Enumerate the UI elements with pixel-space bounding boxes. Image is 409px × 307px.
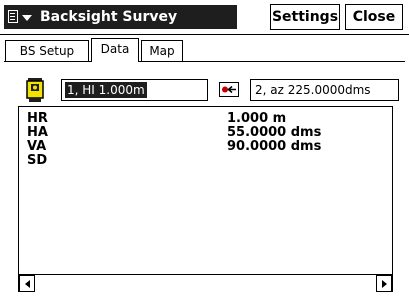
document-icon [8, 10, 18, 23]
backsight-value: 2, az 225.0000dms [255, 83, 371, 97]
row-value-hr: 1.000 m [227, 111, 287, 126]
observation-data-list[interactable]: HR 1.000 m HA 55.0000 dms VA 90.0000 dms… [18, 106, 393, 292]
tab-divider [4, 61, 405, 62]
window-title: Backsight Survey [40, 9, 178, 25]
tab-bs-setup[interactable]: BS Setup [5, 40, 89, 61]
station-value: 1, HI 1.000m [65, 82, 147, 98]
chevron-down-icon [22, 15, 32, 21]
backsight-field[interactable]: 2, az 225.0000dms [250, 79, 399, 101]
row-label-ha: HA [27, 125, 48, 140]
row-value-ha: 55.0000 dms [227, 125, 322, 140]
row-label-va: VA [27, 139, 47, 154]
backsight-target-icon[interactable] [219, 82, 239, 97]
horizontal-scrollbar[interactable] [19, 274, 392, 292]
scroll-left-button[interactable] [19, 275, 35, 292]
tab-map[interactable]: Map [141, 40, 183, 61]
title-bar: Backsight Survey Settings Close [0, 0, 409, 35]
total-station-icon[interactable] [26, 77, 44, 103]
tab-data[interactable]: Data [91, 38, 139, 62]
start-menu-button[interactable] [4, 5, 34, 29]
settings-button[interactable]: Settings [270, 4, 340, 30]
arrow-right-icon [382, 280, 387, 288]
row-value-va: 90.0000 dms [227, 139, 322, 154]
scroll-right-button[interactable] [376, 275, 392, 292]
row-label-hr: HR [27, 111, 48, 126]
row-label-sd: SD [27, 153, 48, 168]
close-button[interactable]: Close [345, 4, 403, 30]
arrow-left-icon [25, 280, 30, 288]
station-field[interactable]: 1, HI 1.000m [61, 79, 208, 101]
